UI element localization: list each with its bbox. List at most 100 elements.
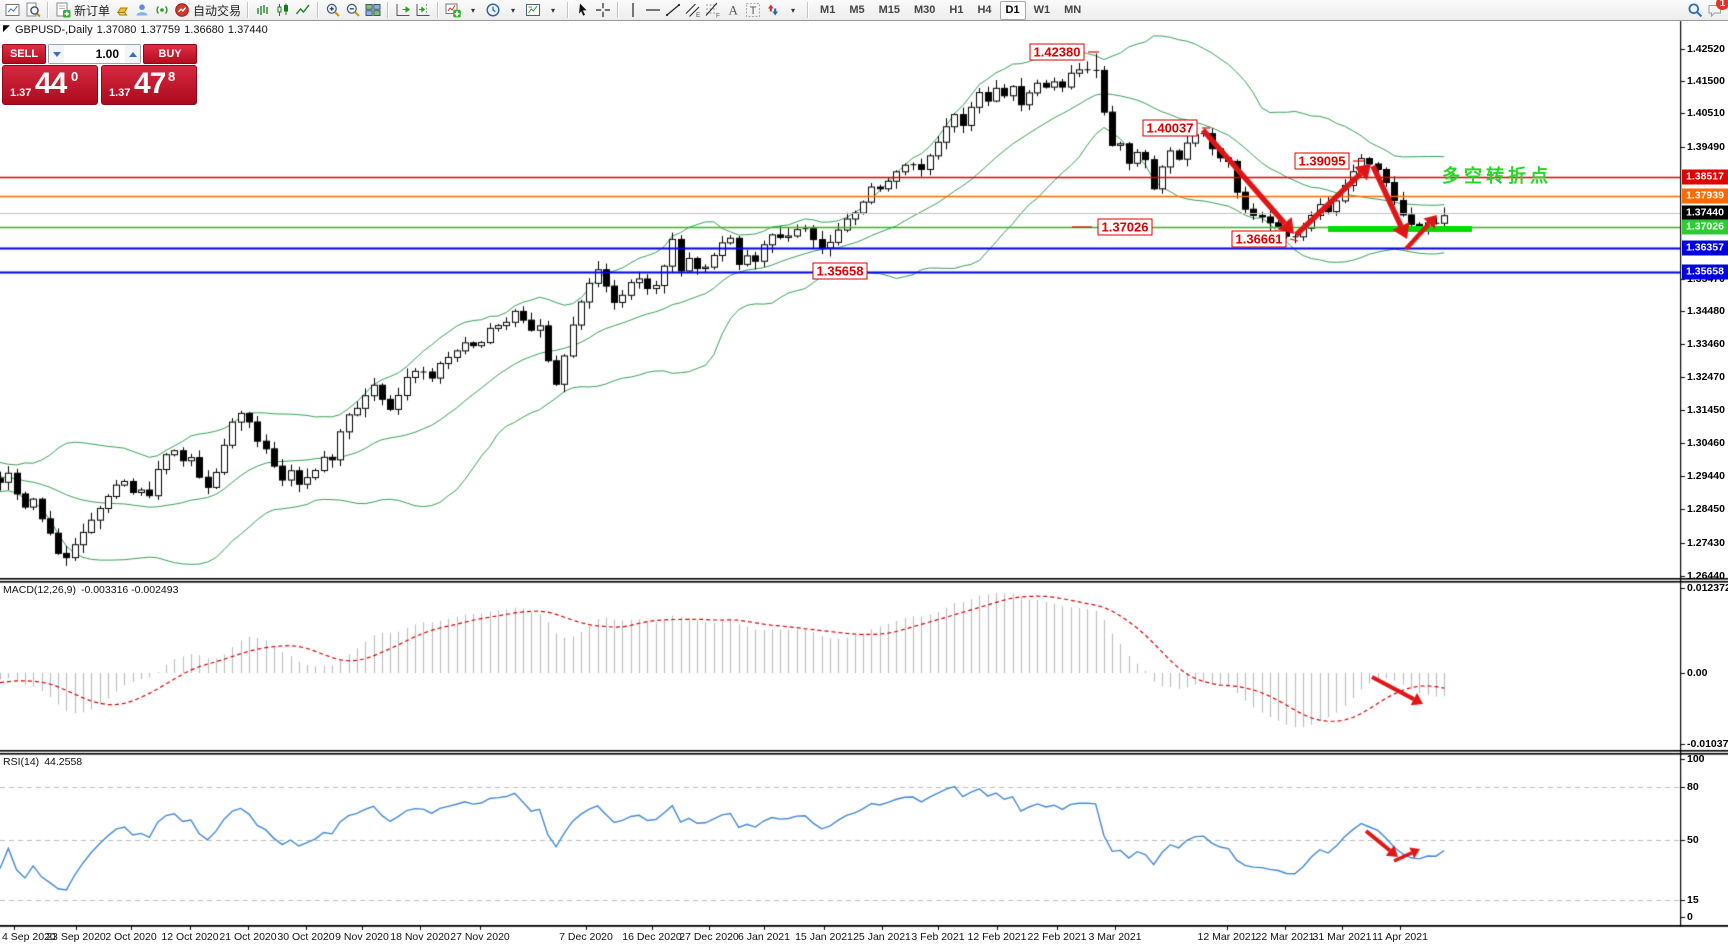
line-chart-button-icon — [295, 2, 311, 18]
text-button-icon: A — [725, 2, 741, 18]
arrow-objects-button-icon — [765, 2, 781, 18]
cursor-button[interactable] — [573, 1, 593, 20]
toolbar: 新订单 自动交易 ▾ ▾ ▾ E F A T ▾ M1 M5 M15 M30 H1 H4 D1 W1 MN 1 — [0, 0, 1728, 21]
indicators-dropdown[interactable]: ▾ — [463, 1, 483, 20]
price-callout-1.35658[interactable]: 1.35658 — [812, 262, 868, 280]
autotrade-label: 自动交易 — [193, 3, 242, 18]
community-button-icon — [134, 2, 150, 18]
fibonacci-button[interactable]: F — [703, 1, 723, 20]
arrow-objects-button[interactable] — [763, 1, 783, 20]
periods-dropdown[interactable]: ▾ — [503, 1, 523, 20]
chart-shift-button[interactable] — [413, 1, 433, 20]
vertical-line-button[interactable] — [623, 1, 643, 20]
price-callout-1.40037[interactable]: 1.40037 — [1142, 119, 1198, 137]
sell-price-main: 44 — [35, 67, 67, 100]
window-preview-button[interactable] — [23, 1, 43, 20]
signals-button[interactable] — [152, 1, 172, 20]
timeframe-d1-button[interactable]: D1 — [999, 0, 1026, 20]
charts-window-button-icon — [5, 2, 21, 18]
sell-price-prefix: 1.37 — [10, 87, 32, 99]
fibonacci-button-icon: F — [705, 2, 721, 18]
buy-price-button[interactable]: 1.37 47 8 — [101, 65, 197, 105]
timeframe-m5-button[interactable]: M5 — [843, 1, 870, 20]
crosshair-button[interactable] — [593, 1, 613, 20]
bar-chart-button-icon — [255, 2, 271, 18]
indicators-button-icon — [445, 2, 461, 18]
sell-price-pip: 0 — [71, 69, 79, 84]
buy-price-pip: 8 — [168, 69, 176, 84]
price-callout-1.42380[interactable]: 1.42380 — [1029, 43, 1085, 61]
periods-button[interactable] — [483, 1, 503, 20]
equidistant-channel-button-icon: E — [685, 2, 701, 18]
chart-corner-icon[interactable]: ◤ — [3, 23, 10, 34]
price-callout-1.39095[interactable]: 1.39095 — [1294, 152, 1350, 170]
buy-price-prefix: 1.37 — [109, 87, 131, 99]
triangle-up-icon — [128, 51, 137, 57]
chart-shift-button-icon — [415, 2, 431, 18]
autotrade-icon — [174, 2, 190, 18]
turning-point-annotation[interactable]: 多空转折点 — [1442, 162, 1552, 188]
search-button[interactable] — [1685, 1, 1705, 20]
indicators-button[interactable] — [443, 1, 463, 20]
timeframe-m1-button[interactable]: M1 — [814, 1, 841, 20]
buy-button[interactable]: BUY — [143, 44, 197, 64]
crosshair-button-icon — [595, 2, 611, 18]
volume-decrease-button[interactable] — [49, 45, 64, 63]
sell-button[interactable]: SELL — [2, 44, 46, 64]
templates-button[interactable] — [523, 1, 543, 20]
charts-window-button[interactable] — [3, 1, 23, 20]
timeframe-mn-button[interactable]: MN — [1058, 1, 1087, 20]
svg-text:E: E — [696, 12, 701, 18]
community-button[interactable] — [132, 1, 152, 20]
auto-scroll-button-icon — [395, 2, 411, 18]
toolbar-separator — [617, 2, 620, 18]
timeframe-w1-button[interactable]: W1 — [1028, 1, 1057, 20]
new-order-label: 新订单 — [74, 3, 111, 18]
timeframe-h4-button[interactable]: H4 — [971, 1, 997, 20]
zoom-in-button[interactable] — [323, 1, 343, 20]
text-label-button[interactable]: T — [743, 1, 763, 20]
arrows-dropdown[interactable]: ▾ — [783, 1, 803, 20]
timeframe-h1-button[interactable]: H1 — [943, 1, 969, 20]
timeframe-m30-button[interactable]: M30 — [908, 1, 941, 20]
chart-canvas[interactable] — [0, 0, 1728, 947]
market-watch-gold-button-icon — [114, 2, 130, 18]
volume-input[interactable]: 1.00 — [64, 45, 125, 63]
tile-windows-button[interactable] — [363, 1, 383, 20]
svg-text:A: A — [729, 3, 739, 18]
text-label-button-icon: T — [745, 2, 761, 18]
toolbar-separator — [807, 2, 810, 18]
timeframe-m15-button[interactable]: M15 — [873, 1, 906, 20]
market-watch-gold-button[interactable] — [112, 1, 132, 20]
templates-button-icon — [525, 2, 541, 18]
signals-button-icon — [154, 2, 170, 18]
trendline-button[interactable] — [663, 1, 683, 20]
autotrade-button[interactable]: 自动交易 — [172, 1, 243, 20]
horizontal-line-button[interactable] — [643, 1, 663, 20]
candlestick-chart-button[interactable] — [273, 1, 293, 20]
chat-button[interactable]: 1 — [1705, 0, 1728, 20]
svg-text:T: T — [750, 5, 757, 17]
volume-increase-button[interactable] — [125, 45, 140, 63]
zoom-out-button-icon — [345, 2, 361, 18]
candlestick-chart-button-icon — [275, 2, 291, 18]
toolbar-separator — [567, 2, 570, 18]
new-order-button[interactable]: 新订单 — [53, 1, 112, 20]
cursor-button-icon — [575, 2, 591, 18]
new-order-icon — [55, 2, 71, 18]
price-callout-1.36661[interactable]: 1.36661 — [1231, 230, 1287, 248]
templates-dropdown[interactable]: ▾ — [543, 1, 563, 20]
zoom-in-button-icon — [325, 2, 341, 18]
zoom-out-button[interactable] — [343, 1, 363, 20]
text-button[interactable]: A — [723, 1, 743, 20]
line-chart-button[interactable] — [293, 1, 313, 20]
auto-scroll-button[interactable] — [393, 1, 413, 20]
price-callout-1.37026[interactable]: 1.37026 — [1097, 218, 1153, 236]
triangle-down-icon — [52, 51, 61, 57]
bar-chart-button[interactable] — [253, 1, 273, 20]
sell-price-button[interactable]: 1.37 44 0 — [2, 65, 98, 105]
window-preview-button-icon — [25, 2, 41, 18]
buy-price-main: 47 — [134, 67, 166, 100]
equidistant-channel-button[interactable]: E — [683, 1, 703, 20]
toolbar-separator — [437, 2, 440, 18]
